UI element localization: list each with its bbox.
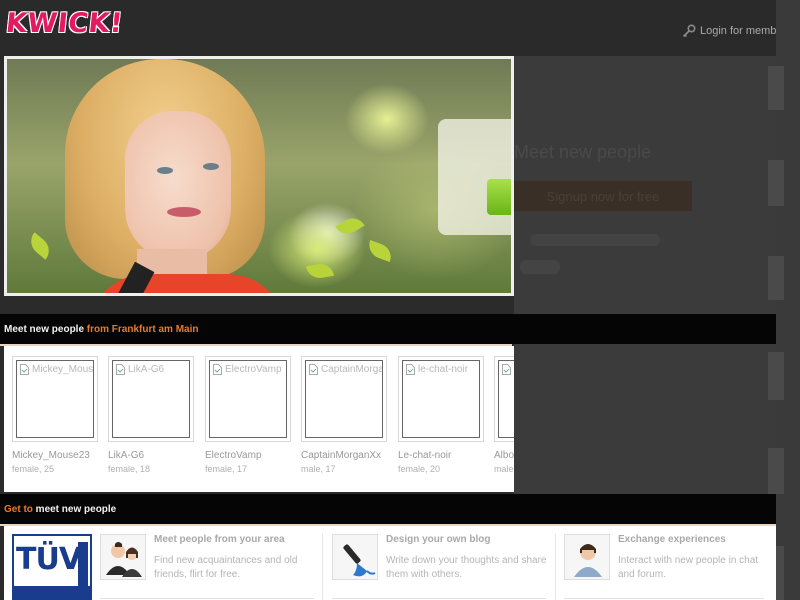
person-card[interactable]: Albo male — [494, 356, 514, 474]
photo-placeholder: ElectroVamp — [209, 360, 287, 438]
feature-title[interactable]: Design your own blog — [386, 534, 490, 545]
hero-leaf — [335, 213, 365, 239]
photo-alt-text: Mickey_Mous — [32, 364, 94, 375]
login-label: Login for memb — [700, 25, 777, 37]
broken-image-icon — [406, 364, 415, 375]
feature-title[interactable]: Meet people from your area — [154, 534, 285, 545]
photo-alt-text: ElectroVamp — [225, 364, 282, 375]
overlay-panel — [514, 56, 776, 496]
site-header: KWICK! Login for memb — [0, 0, 800, 56]
hero-leaf — [305, 261, 335, 281]
hero-eye — [203, 163, 219, 170]
divider — [100, 598, 314, 599]
edge-tab — [768, 352, 784, 400]
signup-button[interactable]: Signup now for free — [514, 181, 692, 211]
divider — [332, 598, 546, 599]
person-meta: female, 20 — [398, 464, 441, 474]
photo-placeholder: Mickey_Mous — [16, 360, 94, 438]
divider — [555, 534, 556, 600]
key-icon — [682, 24, 696, 38]
person-name[interactable]: Le-chat-noir — [398, 450, 484, 461]
person-meta: female, 17 — [205, 464, 248, 474]
features-section-prefix: Get to — [4, 504, 33, 515]
edge-tab — [768, 160, 784, 206]
signup-panel — [438, 119, 511, 235]
person-name[interactable]: Albo — [494, 450, 514, 461]
profile-photo[interactable]: ElectroVamp — [205, 356, 291, 442]
person-meta: female, 25 — [12, 464, 55, 474]
tuv-label: TÜV — [16, 542, 82, 577]
hero-face — [125, 111, 231, 261]
hero-headline: Meet new people — [514, 142, 652, 162]
feature-description: Find new acquaintances and old friends, … — [154, 555, 298, 580]
person-card[interactable]: CaptainMorga CaptainMorganXx male, 17 — [301, 356, 387, 474]
broken-image-icon — [502, 364, 511, 375]
profile-photo[interactable]: CaptainMorga — [301, 356, 387, 442]
features-panel: TÜV Meet people from your area Find new … — [4, 526, 776, 600]
kwick-logo[interactable]: KWICK! — [4, 8, 124, 39]
profile-photo[interactable]: Mickey_Mous — [12, 356, 98, 442]
profile-photo[interactable]: LikA-G6 — [108, 356, 194, 442]
profile-photo[interactable]: le-chat-noir — [398, 356, 484, 442]
people-icon — [100, 534, 146, 580]
person-meta: male — [494, 464, 514, 474]
hero-leaf — [365, 239, 395, 263]
features-section-header: Get to meet new people — [0, 494, 776, 524]
broken-image-icon — [213, 364, 222, 375]
person-name[interactable]: ElectroVamp — [205, 450, 291, 461]
people-section-title: Meet new people — [4, 324, 85, 335]
person-name[interactable]: LikA-G6 — [108, 450, 194, 461]
edge-tab — [768, 448, 784, 494]
photo-placeholder: CaptainMorga — [305, 360, 383, 438]
divider — [322, 534, 323, 600]
feature-description: Write down your thoughts and share them … — [386, 555, 547, 580]
photo-placeholder: le-chat-noir — [402, 360, 480, 438]
person-name[interactable]: CaptainMorganXx — [301, 450, 387, 461]
divider — [564, 598, 764, 599]
person-card[interactable]: ElectroVamp ElectroVamp female, 17 — [205, 356, 291, 474]
person-meta: male, 17 — [301, 464, 336, 474]
edge-tab — [768, 256, 784, 300]
broken-image-icon — [309, 364, 318, 375]
person-name[interactable]: Mickey_Mouse23 — [12, 450, 98, 461]
tuv-stripe — [78, 542, 88, 588]
photo-alt-text: CaptainMorga — [321, 364, 383, 375]
tuv-stripe — [14, 586, 90, 598]
people-section-header: Meet new people from Frankfurt am Main — [0, 314, 776, 344]
person-icon — [564, 534, 610, 580]
person-card[interactable]: le-chat-noir Le-chat-noir female, 20 — [398, 356, 484, 474]
edge-tab — [768, 66, 784, 110]
overlay-shadow — [520, 260, 560, 274]
person-meta: female, 18 — [108, 464, 151, 474]
login-link[interactable]: Login for memb — [682, 24, 776, 38]
features-section-title: meet new people — [35, 504, 117, 515]
person-card[interactable]: LikA-G6 LikA-G6 female, 18 — [108, 356, 194, 474]
hero-eye — [157, 167, 173, 174]
photo-placeholder: LikA-G6 — [112, 360, 190, 438]
photo-alt-text: le-chat-noir — [418, 364, 469, 375]
broken-image-icon — [116, 364, 125, 375]
photo-placeholder — [498, 360, 514, 438]
feature-description: Interact with new people in chat and for… — [618, 555, 759, 580]
people-section-location[interactable]: from Frankfurt am Main — [87, 324, 199, 335]
hero-lips — [167, 207, 201, 217]
hero-photo — [4, 56, 514, 296]
overlay-shadow — [530, 234, 660, 246]
paintbrush-icon — [332, 534, 378, 580]
signup-button-edge[interactable] — [487, 179, 511, 215]
profile-photo[interactable] — [494, 356, 514, 442]
feature-title[interactable]: Exchange experiences — [618, 534, 726, 545]
photo-alt-text: LikA-G6 — [128, 364, 165, 375]
people-strip: Mickey_Mous Mickey_Mouse23 female, 25 Li… — [4, 346, 514, 492]
person-card[interactable]: Mickey_Mous Mickey_Mouse23 female, 25 — [12, 356, 98, 474]
tuv-certification-badge[interactable]: TÜV — [12, 534, 92, 600]
hero-leaf — [25, 232, 55, 260]
broken-image-icon — [20, 364, 29, 375]
